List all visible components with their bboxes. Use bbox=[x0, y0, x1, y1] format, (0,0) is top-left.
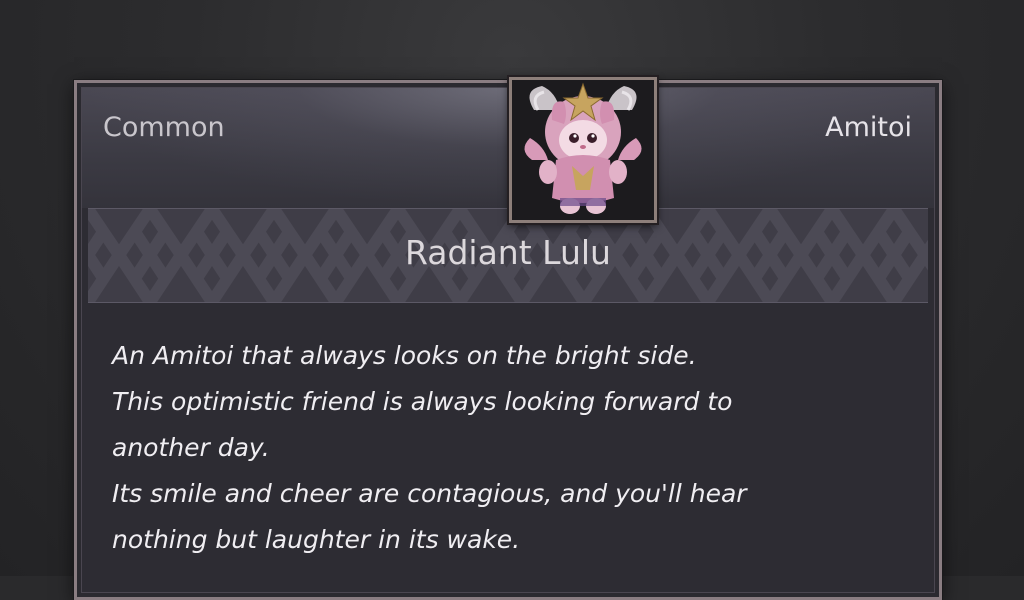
amitoi-portrait-icon bbox=[509, 77, 657, 223]
card-header: Common Amitoi bbox=[82, 88, 934, 208]
item-name: Radiant Lulu bbox=[405, 233, 611, 272]
item-tooltip-card: Common Amitoi Radiant Lulu An Amitoi tha… bbox=[74, 77, 942, 600]
description-line: another day. bbox=[112, 433, 270, 462]
category-label: Amitoi bbox=[825, 112, 912, 143]
description-line: nothing but laughter in its wake. bbox=[112, 525, 521, 554]
name-banner: Radiant Lulu bbox=[88, 208, 928, 303]
item-description: An Amitoi that always looks on the brigh… bbox=[112, 333, 912, 563]
description-line: Its smile and cheer are contagious, and … bbox=[112, 479, 747, 508]
rarity-label: Common bbox=[103, 112, 225, 143]
description-line: An Amitoi that always looks on the brigh… bbox=[112, 341, 697, 370]
description-line: This optimistic friend is always looking… bbox=[112, 387, 733, 416]
card-body: Common Amitoi Radiant Lulu An Amitoi tha… bbox=[81, 87, 935, 593]
